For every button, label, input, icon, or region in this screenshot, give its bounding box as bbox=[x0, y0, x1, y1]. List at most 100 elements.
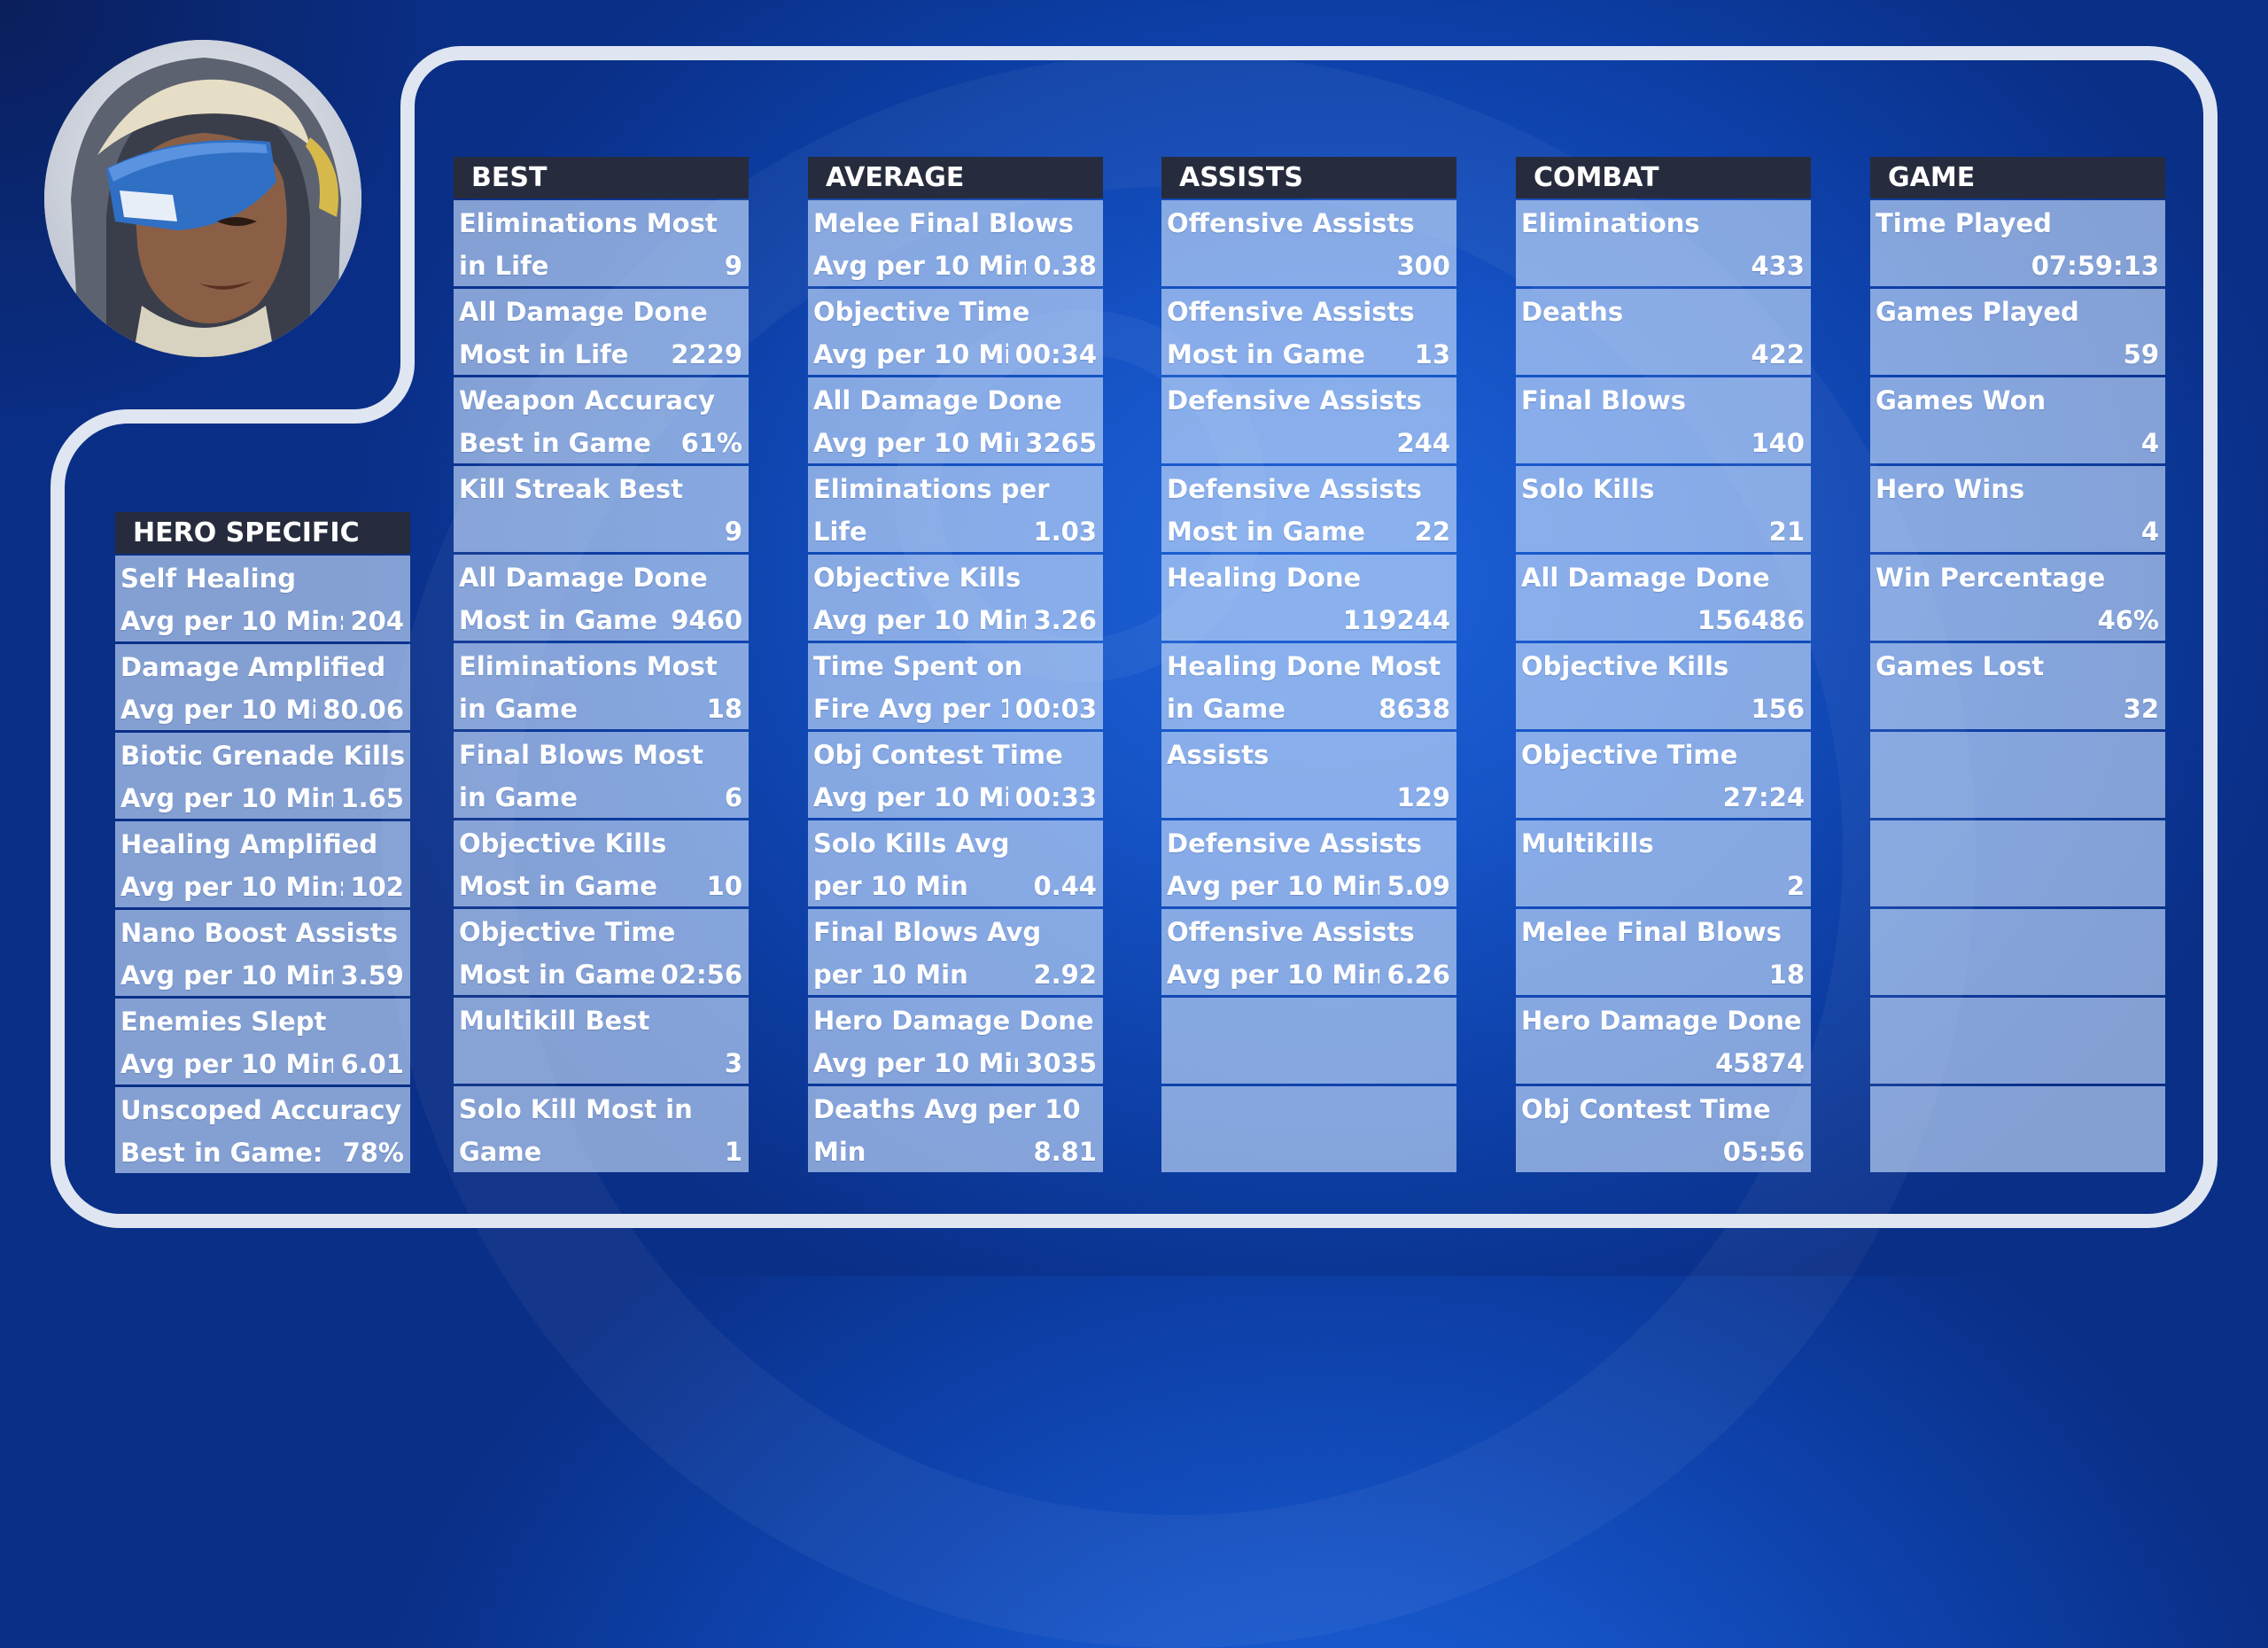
stat-value: 204 bbox=[350, 606, 404, 636]
stat-value: 129 bbox=[1396, 782, 1450, 812]
stat-cell: Obj Contest Time 05:56 bbox=[1516, 1086, 1811, 1172]
stat-value: 10 bbox=[706, 871, 742, 901]
stat-cell: All Damage Done Most in Life 2229 bbox=[454, 289, 749, 375]
stat-label: Solo Kills Avg bbox=[813, 828, 1010, 859]
stat-sublabel: Avg per 10 Min bbox=[813, 605, 1027, 635]
stat-row: 27:24 bbox=[1521, 776, 1805, 819]
stat-row: 4 bbox=[1876, 510, 2159, 553]
section-header-combat: COMBAT bbox=[1516, 157, 1811, 198]
stat-value: 9460 bbox=[671, 605, 742, 635]
stat-value: 3.59 bbox=[340, 960, 404, 991]
stat-row: Most in Game 10 bbox=[459, 865, 742, 907]
stat-cell: Final Blows 140 bbox=[1516, 377, 1811, 463]
stat-value: 422 bbox=[1751, 339, 1805, 369]
stat-label: Defensive Assists bbox=[1167, 385, 1422, 416]
hero-avatar bbox=[44, 40, 361, 357]
stat-cell: Objective Time 27:24 bbox=[1516, 732, 1811, 818]
stat-value: 244 bbox=[1396, 428, 1450, 458]
stat-value: 78% bbox=[342, 1138, 404, 1168]
stat-value: 21 bbox=[1768, 517, 1805, 547]
stat-row: 244 bbox=[1167, 422, 1450, 464]
stat-row: 05:56 bbox=[1521, 1131, 1805, 1173]
stat-label: Kill Streak Best bbox=[459, 474, 683, 504]
stat-sublabel: in Game bbox=[459, 782, 578, 812]
stat-row: per 10 Min 2.92 bbox=[813, 953, 1097, 996]
stat-cell: Multikill Best 3 bbox=[454, 998, 749, 1084]
stat-cell: Offensive Assists Most in Game 13 bbox=[1161, 289, 1456, 375]
stat-cell: Time Played 07:59:13 bbox=[1870, 200, 2165, 286]
stat-sublabel: per 10 Min bbox=[813, 960, 968, 990]
stat-label: Defensive Assists bbox=[1167, 828, 1422, 859]
hero-portrait-icon bbox=[44, 40, 361, 357]
stat-label: Obj Contest Time bbox=[1521, 1094, 1771, 1124]
stat-row: 300 bbox=[1167, 245, 1450, 287]
stat-label: Healing Done bbox=[1167, 563, 1362, 593]
stat-row: 140 bbox=[1521, 422, 1805, 464]
stat-row: 156 bbox=[1521, 688, 1805, 730]
stat-row: 156486 bbox=[1521, 599, 1805, 641]
stat-value: 9 bbox=[724, 251, 742, 281]
stat-cell: Damage Amplified Avg per 10 Min:80.06 bbox=[115, 644, 410, 730]
stat-cell: Hero Damage Done Avg per 10 Min 3035 bbox=[808, 998, 1103, 1084]
stat-cell: Weapon Accuracy Best in Game 61% bbox=[454, 377, 749, 463]
section-header-game: GAME bbox=[1870, 157, 2165, 198]
stat-sublabel: Avg per 10 Min bbox=[1167, 960, 1380, 990]
stat-cell: All Damage Done Avg per 10 Min 3265 bbox=[808, 377, 1103, 463]
stat-sublabel: Life bbox=[813, 517, 867, 547]
stat-label: Time Played bbox=[1876, 208, 2052, 238]
stat-value: 13 bbox=[1414, 339, 1450, 369]
stat-cell: Eliminations Most in Game 18 bbox=[454, 643, 749, 729]
stat-row: 433 bbox=[1521, 245, 1805, 287]
stat-label: All Damage Done bbox=[1521, 563, 1770, 593]
stat-cell: Kill Streak Best 9 bbox=[454, 466, 749, 552]
stat-cell: Time Spent on Fire Avg per 1000:03 bbox=[808, 643, 1103, 729]
stat-label: Multikills bbox=[1521, 828, 1654, 859]
stat-cell: All Damage Done Most in Game 9460 bbox=[454, 555, 749, 641]
stat-row: 59 bbox=[1876, 333, 2159, 376]
stat-row: 422 bbox=[1521, 333, 1805, 376]
stat-sublabel: Most in Game bbox=[459, 960, 654, 990]
stat-cell: Win Percentage 46% bbox=[1870, 555, 2165, 641]
stat-label: Objective Time bbox=[813, 297, 1030, 327]
stat-sublabel: per 10 Min bbox=[813, 871, 968, 901]
stat-label: Time Spent on bbox=[813, 651, 1023, 681]
stat-row: Min 8.81 bbox=[813, 1131, 1097, 1173]
stat-cell: Assists 129 bbox=[1161, 732, 1456, 818]
stat-cell: Healing Done 119244 bbox=[1161, 555, 1456, 641]
section-header-hero-specific: HERO SPECIFIC bbox=[115, 512, 410, 554]
stat-row: Avg per 10 Min: 1.65 bbox=[120, 777, 404, 820]
stat-value: 156486 bbox=[1697, 605, 1805, 635]
stat-label: Healing Amplified bbox=[120, 829, 378, 859]
stat-sublabel: in Game bbox=[1167, 694, 1285, 724]
stat-value: 1.65 bbox=[340, 783, 404, 813]
stat-sublabel: Avg per 10 Min: bbox=[120, 606, 344, 636]
stat-cell: Deaths 422 bbox=[1516, 289, 1811, 375]
stat-label: Weapon Accuracy bbox=[459, 385, 716, 416]
stat-cell: Nano Boost Assists Avg per 10 Min: 3.59 bbox=[115, 910, 410, 996]
stat-row: Avg per 10 Min 0.38 bbox=[813, 245, 1097, 287]
stat-label: All Damage Done bbox=[459, 563, 708, 593]
stat-cell-empty bbox=[1161, 998, 1456, 1084]
stat-value: 05:56 bbox=[1722, 1137, 1805, 1167]
stat-row: 21 bbox=[1521, 510, 1805, 553]
stat-label: Healing Done Most bbox=[1167, 651, 1441, 681]
stat-sublabel: Avg per 10 Min bbox=[813, 339, 1008, 369]
stat-cell: Healing Amplified Avg per 10 Min: 102 bbox=[115, 821, 410, 907]
stat-label: Deaths bbox=[1521, 297, 1624, 327]
stat-label: Games Lost bbox=[1876, 651, 2045, 681]
stat-label: Obj Contest Time bbox=[813, 740, 1063, 770]
stat-cell: Final Blows Most in Game 6 bbox=[454, 732, 749, 818]
stat-label: Games Played bbox=[1876, 297, 2079, 327]
stat-cell: Healing Done Most in Game 8638 bbox=[1161, 643, 1456, 729]
stat-value: 3.26 bbox=[1033, 605, 1097, 635]
stat-cell-empty bbox=[1870, 909, 2165, 995]
stat-row: 45874 bbox=[1521, 1042, 1805, 1084]
stat-value: 8638 bbox=[1379, 694, 1450, 724]
stat-row: Most in Game 02:56 bbox=[459, 953, 742, 996]
stat-label: All Damage Done bbox=[813, 385, 1062, 416]
stat-cell-empty bbox=[1870, 998, 2165, 1084]
stat-cell: Hero Damage Done 45874 bbox=[1516, 998, 1811, 1084]
stat-cell-empty bbox=[1870, 732, 2165, 818]
stat-value: 3035 bbox=[1025, 1048, 1097, 1078]
stat-row: Avg per 10 Min 3265 bbox=[813, 422, 1097, 464]
